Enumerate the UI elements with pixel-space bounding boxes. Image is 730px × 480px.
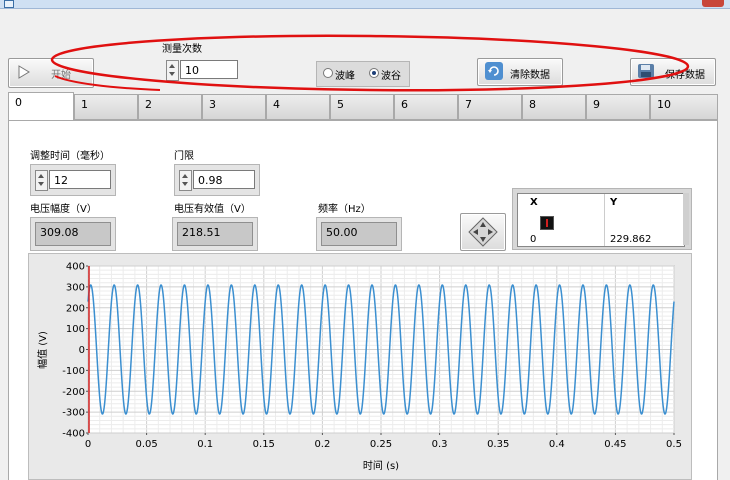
y-tick-label: 100 xyxy=(66,324,85,335)
x-tick-label: 0.5 xyxy=(666,439,682,450)
x-axis-label: 时间 (s) xyxy=(363,459,399,472)
y-axis-label: 幅值 (V) xyxy=(36,331,49,369)
x-tick-label: 0 xyxy=(85,439,91,450)
waveform-chart: 400 300 200 100 0 -100 -200 -300 -400 0 0.05 0.1 0.… xyxy=(36,262,682,473)
y-tick-label: -200 xyxy=(62,387,85,398)
y-tick-label: 300 xyxy=(66,282,85,293)
x-tick-label: 0.05 xyxy=(135,439,157,450)
y-tick-label: 0 xyxy=(79,345,85,356)
y-tick-label: -400 xyxy=(62,429,85,440)
x-tick-label: 0.15 xyxy=(253,439,275,450)
x-tick-label: 0.3 xyxy=(432,439,448,450)
y-tick-label: -300 xyxy=(62,408,85,419)
x-tick-label: 0.2 xyxy=(314,439,330,450)
x-tick-label: 0.25 xyxy=(370,439,392,450)
y-tick-label: 400 xyxy=(66,262,85,273)
x-tick-label: 0.35 xyxy=(487,439,509,450)
x-tick-label: 0.1 xyxy=(197,439,213,450)
y-tick-label: -100 xyxy=(62,366,85,377)
y-tick-label: 200 xyxy=(66,303,85,314)
x-tick-label: 0.45 xyxy=(604,439,626,450)
x-tick-label: 0.4 xyxy=(549,439,565,450)
